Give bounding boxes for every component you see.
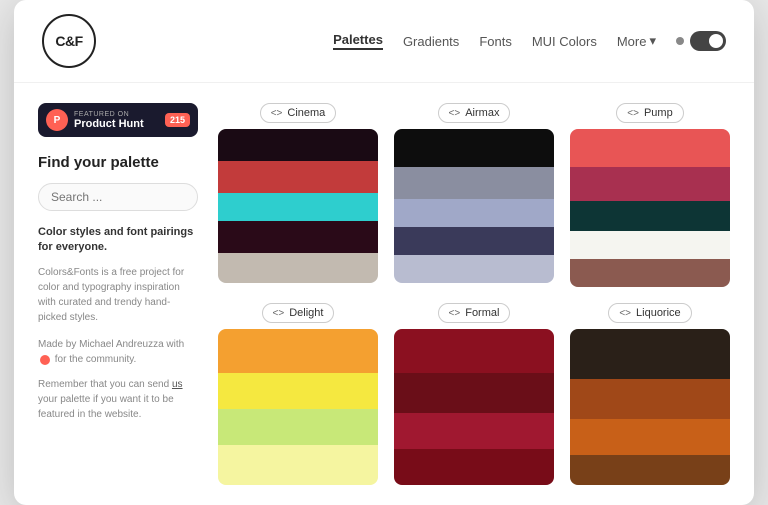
swatch xyxy=(570,259,730,287)
swatch xyxy=(570,129,730,167)
palette-liquorice-swatches xyxy=(570,329,730,485)
palette-cinema: <> Cinema xyxy=(218,103,378,287)
palette-airmax: <> Airmax xyxy=(394,103,554,287)
swatch xyxy=(218,129,378,161)
swatch xyxy=(570,419,730,455)
sidebar-send: Remember that you can send us your palet… xyxy=(38,377,198,422)
nav-fonts[interactable]: Fonts xyxy=(479,34,512,49)
palette-pump-label[interactable]: <> Pump xyxy=(616,103,683,123)
swatch xyxy=(394,449,554,485)
swatch xyxy=(570,379,730,419)
swatch xyxy=(570,201,730,231)
product-hunt-icon: P xyxy=(46,109,68,131)
app-window: C&F Palettes Gradients Fonts MUI Colors … xyxy=(14,0,754,505)
theme-toggle-wrap xyxy=(676,31,726,51)
nav: Palettes Gradients Fonts MUI Colors More… xyxy=(333,31,726,51)
palette-delight-swatches xyxy=(218,329,378,485)
palette-liquorice: <> Liquorice xyxy=(570,303,730,485)
swatch xyxy=(218,329,378,373)
palette-formal-swatches xyxy=(394,329,554,485)
theme-dot xyxy=(676,37,684,45)
nav-gradients[interactable]: Gradients xyxy=(403,34,459,49)
swatch xyxy=(218,193,378,221)
main-content: P FEATURED ON Product Hunt 215 Find your… xyxy=(14,83,754,505)
palette-liquorice-label[interactable]: <> Liquorice xyxy=(608,303,691,323)
heart-icon xyxy=(40,355,50,365)
sidebar-description: Colors&Fonts is a free project for color… xyxy=(38,265,198,325)
swatch xyxy=(394,129,554,167)
nav-more[interactable]: More ▾ xyxy=(617,33,656,49)
theme-toggle[interactable] xyxy=(690,31,726,51)
swatch xyxy=(394,167,554,199)
swatch xyxy=(218,409,378,445)
swatch xyxy=(394,373,554,413)
swatch xyxy=(218,373,378,409)
swatch xyxy=(570,231,730,259)
swatch xyxy=(218,445,378,485)
swatch xyxy=(218,161,378,193)
palette-airmax-label[interactable]: <> Airmax xyxy=(438,103,511,123)
swatch xyxy=(218,253,378,283)
swatch xyxy=(394,227,554,255)
swatch xyxy=(570,329,730,379)
palette-pump-swatches xyxy=(570,129,730,287)
nav-palettes[interactable]: Palettes xyxy=(333,32,383,50)
product-hunt-badge[interactable]: P FEATURED ON Product Hunt 215 xyxy=(38,103,198,137)
find-palette-title: Find your palette xyxy=(38,153,198,173)
code-icon: <> xyxy=(449,308,461,319)
search-input[interactable] xyxy=(38,183,198,211)
code-icon: <> xyxy=(619,308,631,319)
code-icon: <> xyxy=(273,308,285,319)
swatch xyxy=(394,413,554,449)
code-icon: <> xyxy=(271,108,283,119)
sidebar-tagline: Color styles and font pairings for every… xyxy=(38,225,198,256)
sidebar-made-by: Made by Michael Andreuzza with for the c… xyxy=(38,337,198,367)
palette-cinema-swatches xyxy=(218,129,378,283)
logo: C&F xyxy=(42,14,96,68)
swatch xyxy=(394,255,554,283)
sidebar: P FEATURED ON Product Hunt 215 Find your… xyxy=(38,103,218,485)
swatch xyxy=(394,199,554,227)
header: C&F Palettes Gradients Fonts MUI Colors … xyxy=(14,0,754,83)
swatch xyxy=(394,329,554,373)
palette-delight: <> Delight xyxy=(218,303,378,485)
palette-pump: <> Pump xyxy=(570,103,730,287)
swatch xyxy=(570,167,730,201)
code-icon: <> xyxy=(627,108,639,119)
palette-airmax-swatches xyxy=(394,129,554,283)
nav-mui-colors[interactable]: MUI Colors xyxy=(532,34,597,49)
palette-delight-label[interactable]: <> Delight xyxy=(262,303,335,323)
send-link[interactable]: us xyxy=(172,379,183,390)
swatch xyxy=(570,455,730,485)
swatch xyxy=(218,221,378,253)
palette-cinema-label[interactable]: <> Cinema xyxy=(260,103,337,123)
palettes-grid: <> Cinema <> Airmax xyxy=(218,103,730,485)
palette-formal-label[interactable]: <> Formal xyxy=(438,303,511,323)
code-icon: <> xyxy=(449,108,461,119)
chevron-down-icon: ▾ xyxy=(649,33,656,49)
palette-formal: <> Formal xyxy=(394,303,554,485)
